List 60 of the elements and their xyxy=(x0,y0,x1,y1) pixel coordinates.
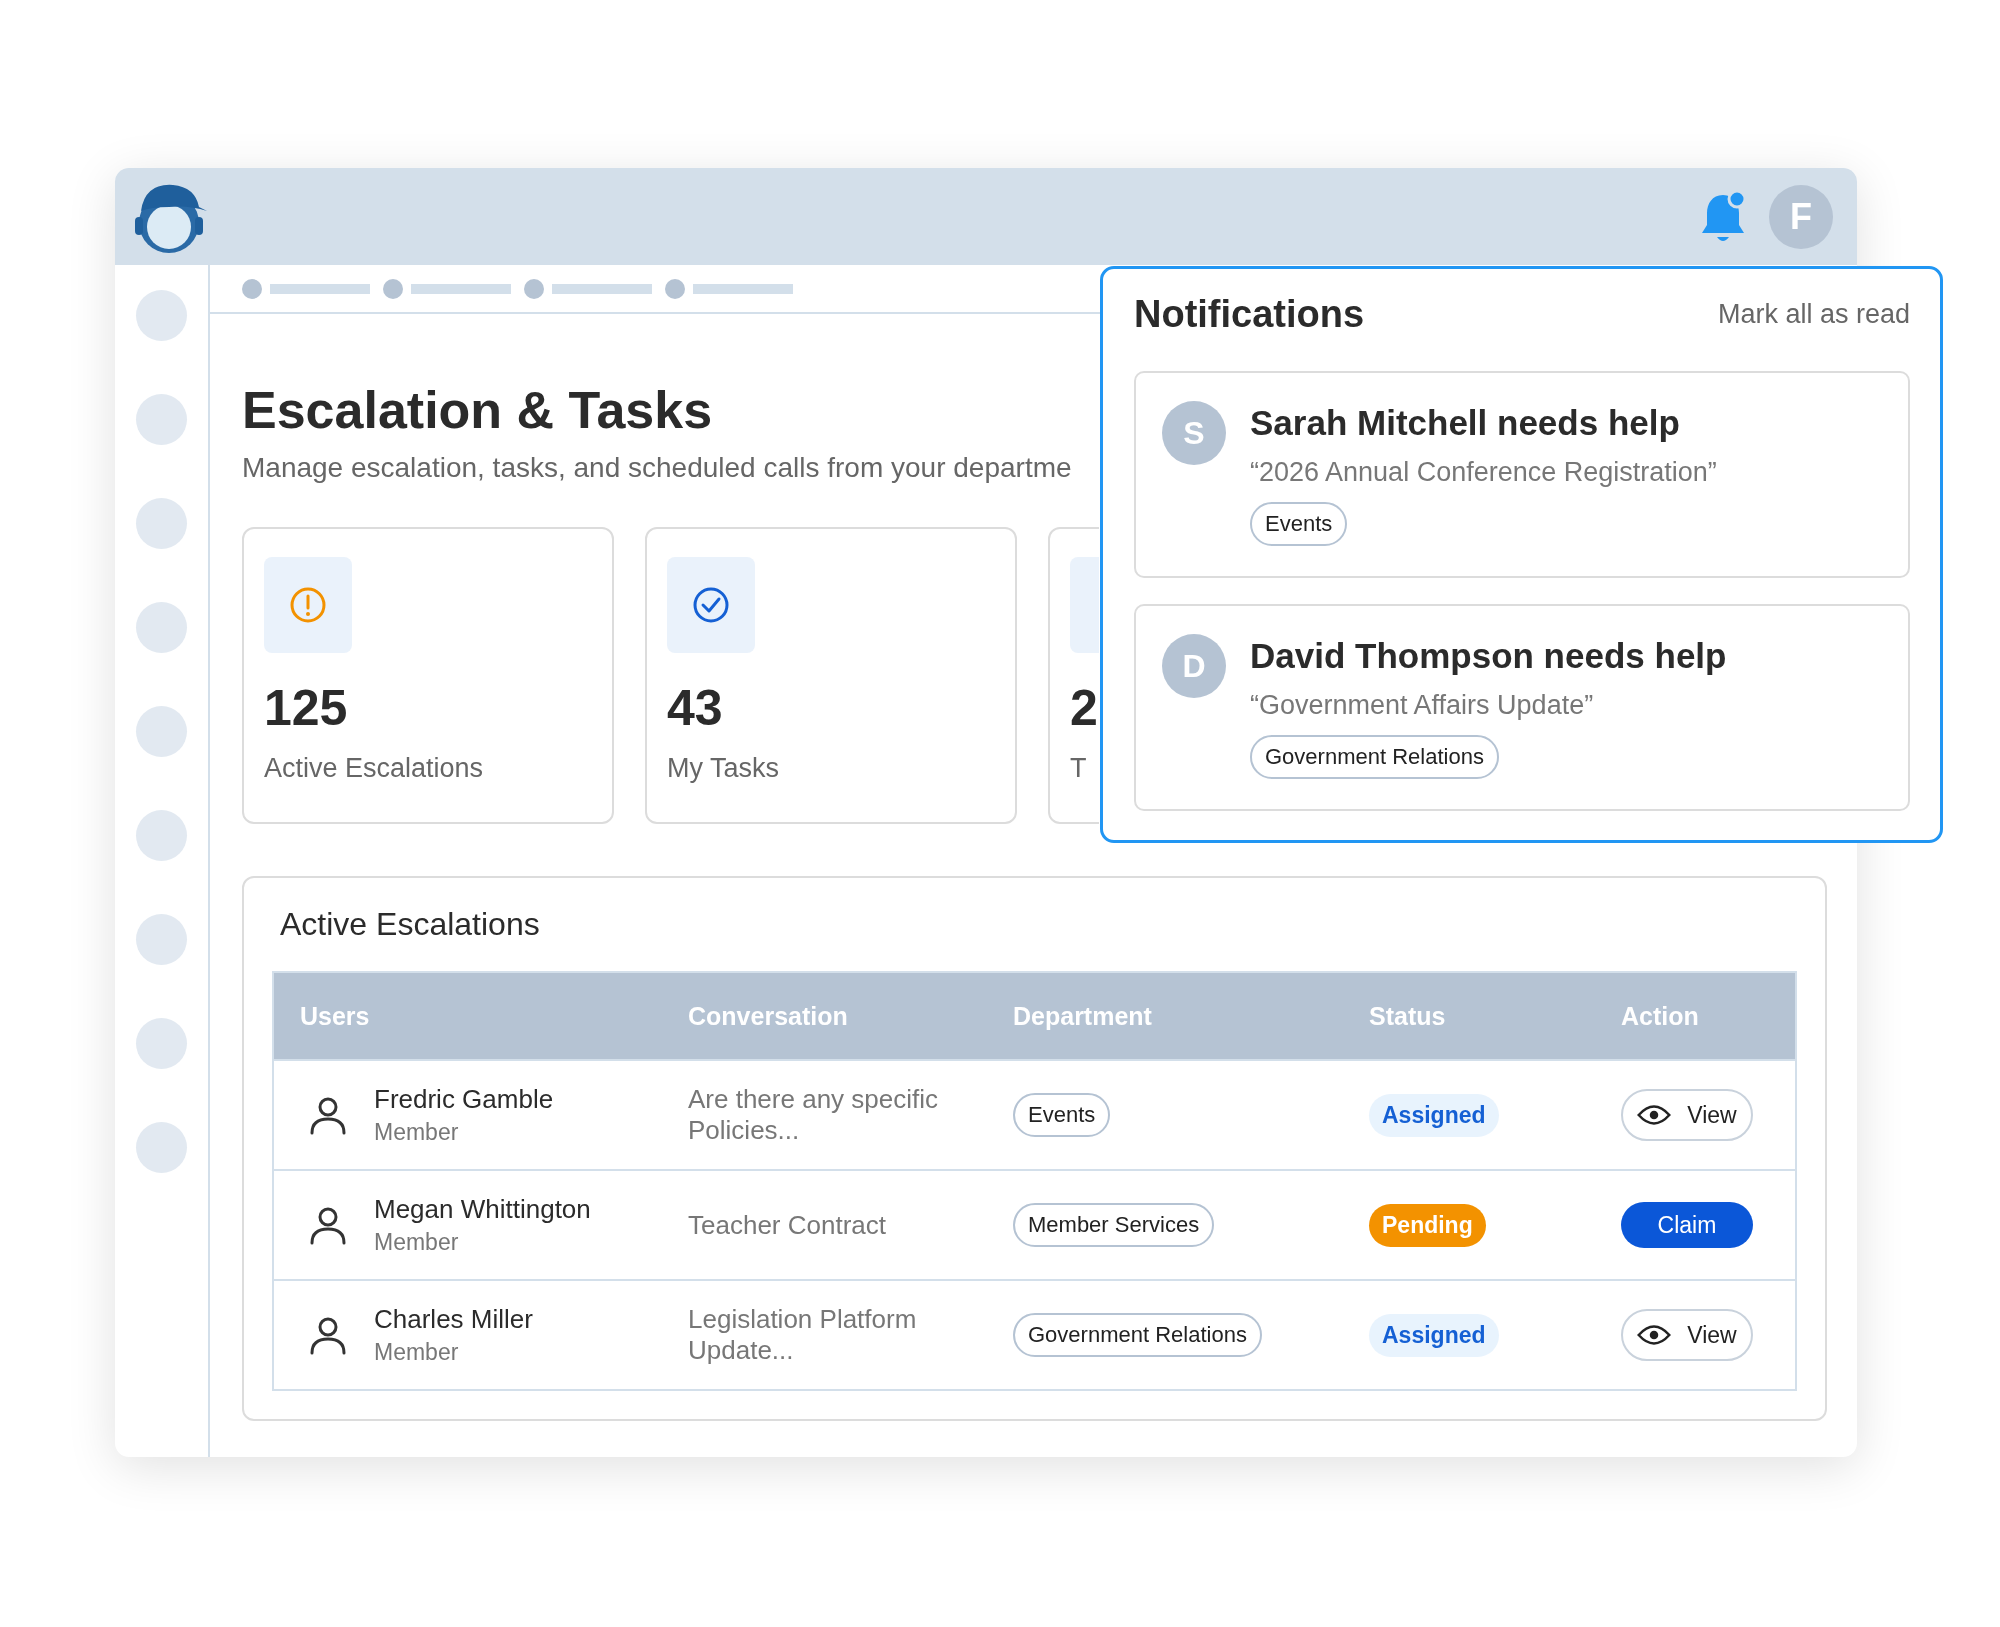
stat-label: T xyxy=(1070,753,1088,784)
user-name: Fredric Gamble xyxy=(374,1084,554,1115)
conversation-text: Legislation Platform Update... xyxy=(687,1304,918,1366)
view-button[interactable]: View xyxy=(1621,1309,1753,1361)
warning-icon xyxy=(288,585,328,625)
user-role: Member xyxy=(374,1339,460,1366)
stat-label: My Tasks xyxy=(667,753,781,784)
page-subtitle: Manage escalation, tasks, and scheduled calls from your departme xyxy=(242,452,1072,484)
status-badge: Assigned xyxy=(1369,1313,1499,1357)
department-tag: Events xyxy=(1250,502,1348,546)
nav-placeholder-icon[interactable] xyxy=(136,810,187,861)
notification-subject: “2026 Annual Conference Registration” xyxy=(1250,457,1717,488)
claim-button[interactable]: Claim xyxy=(1621,1202,1753,1248)
view-button[interactable]: View xyxy=(1621,1089,1753,1141)
user-name: Charles Miller xyxy=(374,1304,533,1335)
eye-icon xyxy=(1637,1323,1672,1347)
nav-placeholder-icon[interactable] xyxy=(136,706,187,757)
stat-label: Active Escalations xyxy=(264,753,485,784)
initial-avatar: D xyxy=(1162,634,1226,698)
notification-title: Sarah Mitchell needs help xyxy=(1250,403,1681,443)
notification-title: David Thompson needs help xyxy=(1250,636,1727,676)
section-title: Active Escalations xyxy=(280,906,541,943)
notification-card[interactable]: S Sarah Mitchell needs help “2026 Annual Conference Registration” Events xyxy=(1134,371,1910,578)
nav-placeholder-icon[interactable] xyxy=(136,914,187,965)
user-name: Megan Whittington xyxy=(374,1194,591,1225)
department-tag: Government Relations xyxy=(1250,735,1499,779)
status-badge: Assigned xyxy=(1369,1093,1499,1137)
panel-title: Notifications xyxy=(1134,292,1365,336)
notification-subject: “Government Affairs Update” xyxy=(1250,690,1595,721)
status-badge: Pending xyxy=(1369,1203,1486,1247)
nav-placeholder-icon[interactable] xyxy=(136,290,187,341)
nav-placeholder-icon[interactable] xyxy=(136,1018,187,1069)
user-role: Member xyxy=(374,1119,460,1146)
department-tag: Government Relations xyxy=(1013,1313,1262,1357)
nav-placeholder-icon[interactable] xyxy=(136,1122,187,1173)
nav-placeholder-icon[interactable] xyxy=(136,498,187,549)
person-icon xyxy=(308,1095,348,1135)
person-icon xyxy=(308,1205,348,1245)
stat-value: 43 xyxy=(667,683,724,733)
stat-value: 125 xyxy=(264,683,349,733)
page-title: Escalation & Tasks xyxy=(242,384,713,436)
department-tag: Events xyxy=(1013,1093,1111,1137)
column-header: Conversation xyxy=(687,1001,849,1031)
nav-placeholder-icon[interactable] xyxy=(136,394,187,445)
column-header: Status xyxy=(1368,1001,1447,1031)
mark-all-read-link[interactable]: Mark all as read xyxy=(1717,298,1910,330)
department-tag: Member Services xyxy=(1013,1203,1215,1247)
conversation-text: Teacher Contract xyxy=(687,1209,887,1241)
column-header: Action xyxy=(1620,1001,1700,1031)
column-header: Department xyxy=(1012,1001,1153,1031)
conversation-text: Are there any specific Policies... xyxy=(687,1084,939,1146)
column-header: Users xyxy=(299,1001,371,1031)
nav-placeholder-icon[interactable] xyxy=(136,602,187,653)
initial-avatar: S xyxy=(1162,401,1226,465)
stat-value: 2 xyxy=(1070,683,1099,733)
user-role: Member xyxy=(374,1229,460,1256)
notification-card[interactable]: D David Thompson needs help “Government Affairs Update” Government Relations xyxy=(1134,604,1910,811)
eye-icon xyxy=(1637,1103,1672,1127)
person-icon xyxy=(308,1315,348,1355)
check-circle-icon xyxy=(691,585,731,625)
